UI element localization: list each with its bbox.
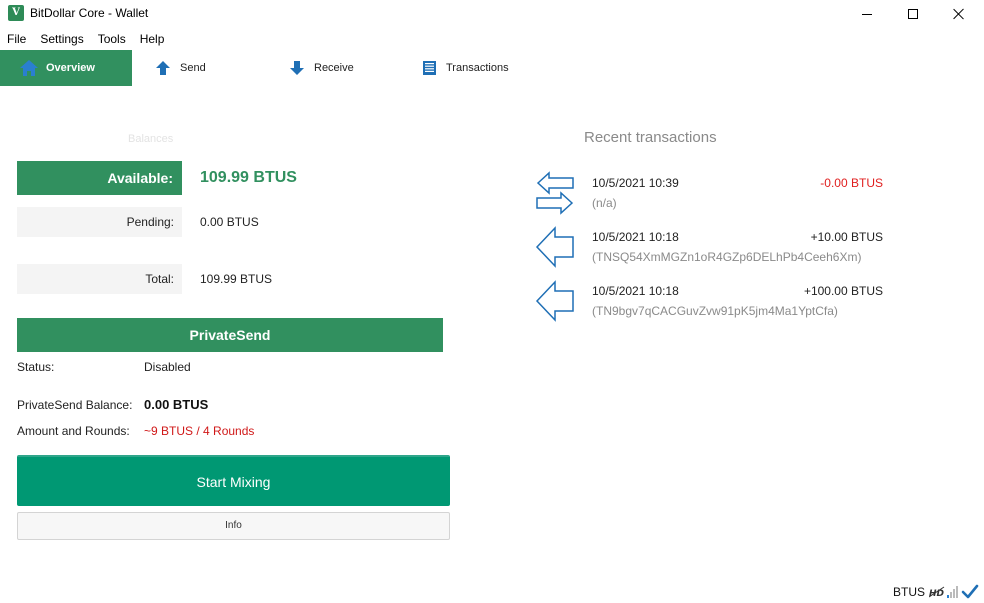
transaction-address: (TNSQ54XmMGZn1oR4GZp6DELhPb4Ceeh6Xm) (592, 250, 862, 264)
transaction-date: 10/5/2021 10:18 (592, 230, 679, 244)
privatesend-status-value: Disabled (144, 360, 191, 374)
transaction-amount: +100.00 BTUS (803, 284, 883, 298)
transaction-date: 10/5/2021 10:18 (592, 284, 679, 298)
transaction-date: 10/5/2021 10:39 (592, 176, 679, 190)
home-icon (18, 58, 40, 78)
tab-transactions[interactable]: Transactions (418, 50, 509, 86)
app-logo-icon: V (8, 5, 24, 21)
balances-heading: Balances (128, 133, 174, 145)
svg-text:HD: HD (929, 589, 945, 598)
received-arrow-icon (535, 278, 575, 324)
transaction-amount: -0.00 BTUS (820, 176, 883, 190)
transaction-address: (TN9bgv7qCACGuvZvw91pK5jm4Ma1YptCfa) (592, 304, 838, 318)
privatesend-header: PrivateSend (17, 318, 443, 352)
hd-wallet-icon: HD (929, 586, 945, 598)
tab-label: Receive (314, 62, 354, 74)
payment-to-self-icon (535, 170, 575, 216)
tab-label: Overview (46, 62, 95, 74)
privatesend-balance-value: 0.00 BTUS (144, 397, 209, 412)
synced-check-icon (961, 584, 979, 600)
status-bar: BTUS HD (893, 582, 979, 602)
tab-overview[interactable]: Overview (0, 50, 132, 86)
maximize-icon (908, 9, 918, 19)
transaction-row[interactable]: 10/5/2021 10:18 +100.00 BTUS (TN9bgv7qCA… (535, 278, 895, 324)
total-label: Total: (17, 264, 182, 294)
received-arrow-icon (535, 224, 575, 270)
tab-label: Transactions (446, 62, 509, 74)
transaction-amount: +10.00 BTUS (810, 230, 883, 244)
privatesend-balance-label: PrivateSend Balance: (17, 398, 133, 412)
start-mixing-button[interactable]: Start Mixing (17, 455, 450, 506)
toolbar: Overview Send Receive Transactions (0, 50, 984, 86)
minimize-button[interactable] (844, 0, 890, 28)
menu-tools[interactable]: Tools (91, 30, 133, 50)
available-label: Available: (17, 161, 182, 195)
privatesend-status-label: Status: (17, 360, 55, 374)
close-icon (953, 8, 965, 20)
arrow-down-icon (286, 58, 308, 78)
amount-rounds-value: ~9 BTUS / 4 Rounds (144, 424, 255, 438)
maximize-button[interactable] (890, 0, 936, 28)
tab-send[interactable]: Send (152, 50, 206, 86)
menu-file[interactable]: File (0, 30, 33, 50)
available-balance: 109.99 BTUS (200, 169, 297, 186)
info-button[interactable]: Info (17, 512, 450, 540)
pending-label: Pending: (17, 207, 182, 237)
transaction-row[interactable]: 10/5/2021 10:18 +10.00 BTUS (TNSQ54XmMGZ… (535, 224, 895, 270)
tab-receive[interactable]: Receive (286, 50, 354, 86)
minimize-icon (862, 13, 872, 15)
title-bar: V BitDollar Core - Wallet (0, 0, 984, 28)
unit-selector[interactable]: BTUS (893, 585, 925, 599)
amount-rounds-label: Amount and Rounds: (17, 424, 130, 438)
transaction-address: (n/a) (592, 196, 617, 210)
pending-balance: 0.00 BTUS (200, 215, 259, 229)
arrow-up-icon (152, 58, 174, 78)
menu-settings[interactable]: Settings (33, 30, 90, 50)
recent-transactions-title: Recent transactions (584, 129, 717, 146)
network-activity-icon (946, 585, 960, 599)
menu-help[interactable]: Help (133, 30, 172, 50)
transaction-row[interactable]: 10/5/2021 10:39 -0.00 BTUS (n/a) (535, 170, 895, 216)
list-icon (418, 58, 440, 78)
tab-label: Send (180, 62, 206, 74)
close-button[interactable] (936, 0, 982, 28)
menu-bar: File Settings Tools Help (0, 30, 171, 50)
window-title: BitDollar Core - Wallet (30, 6, 149, 20)
total-balance: 109.99 BTUS (200, 272, 273, 286)
